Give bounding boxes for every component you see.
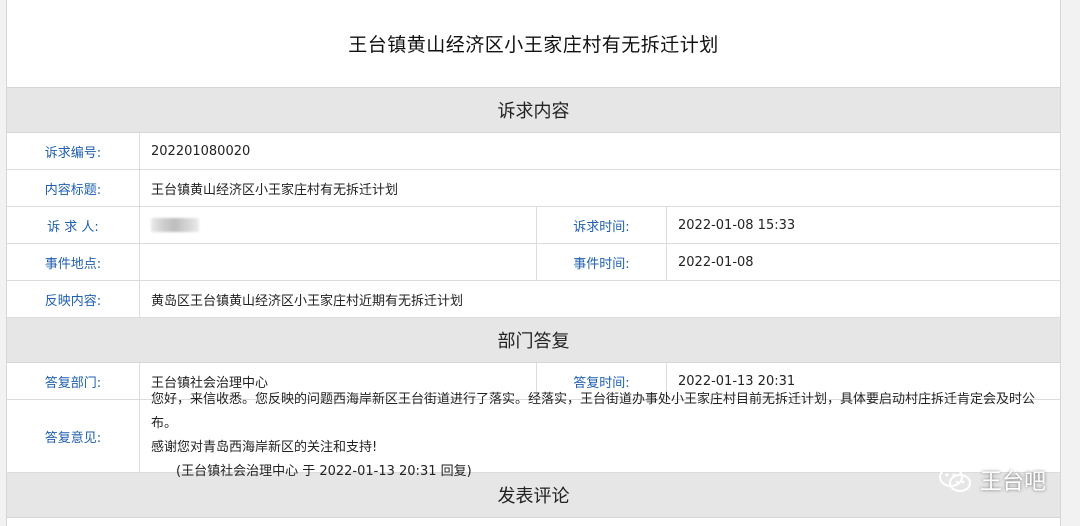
watermark-text: 王台吧	[979, 470, 1046, 495]
row-complaint-person: 诉 求 人: 诉求时间: 2022-01-08 15:33	[7, 207, 1060, 244]
redacted-name	[151, 218, 199, 232]
wechat-icon	[938, 467, 971, 492]
reply-opinion-value: 您好，来信收悉。您反映的问题西海岸新区王台街道进行了落实。经落实，王台街道办事处…	[140, 392, 1060, 479]
section-header-complaint: 诉求内容	[7, 88, 1060, 133]
complaint-person-label: 诉 求 人:	[7, 207, 140, 243]
reply-opinion-line-2: 感谢您对青岛西海岸新区的关注和支持!	[151, 440, 378, 455]
event-place-value	[140, 244, 537, 280]
complaint-content-label: 反映内容:	[7, 281, 140, 317]
complaint-content-value: 黄岛区王台镇黄山经济区小王家庄村近期有无拆迁计划	[151, 293, 464, 309]
reply-dept-label: 答复部门:	[7, 363, 140, 399]
complaint-time-value: 2022-01-08 15:33	[678, 217, 796, 233]
section-header-reply: 部门答复	[7, 318, 1060, 363]
complaint-person-value	[140, 207, 537, 243]
event-time-label: 事件时间:	[537, 244, 667, 280]
complaint-subject-label: 内容标题:	[7, 170, 140, 206]
row-complaint-number: 诉求编号: 202201080020	[7, 133, 1060, 170]
row-event-place: 事件地点: 事件时间: 2022-01-08	[7, 244, 1060, 281]
event-time-value: 2022-01-08	[678, 254, 754, 270]
row-complaint-content: 反映内容: 黄岛区王台镇黄山经济区小王家庄村近期有无拆迁计划	[7, 281, 1060, 318]
complaint-number-value: 202201080020	[151, 143, 251, 159]
page-title: 王台镇黄山经济区小王家庄村有无拆迁计划	[7, 0, 1060, 88]
row-complaint-subject: 内容标题: 王台镇黄山经济区小王家庄村有无拆迁计划	[7, 170, 1060, 207]
event-place-label: 事件地点:	[7, 244, 140, 280]
page-container: 王台镇黄山经济区小王家庄村有无拆迁计划 诉求内容 诉求编号: 202201080…	[6, 0, 1061, 526]
reply-opinion-label: 答复意见:	[7, 400, 140, 472]
complaint-subject-value: 王台镇黄山经济区小王家庄村有无拆迁计划	[151, 182, 399, 198]
reply-opinion-line-1: 您好，来信收悉。您反映的问题西海岸新区王台街道进行了落实。经落实，王台街道办事处…	[151, 392, 1036, 431]
watermark: 王台吧	[938, 464, 1046, 496]
complaint-number-label: 诉求编号:	[7, 133, 140, 169]
row-reply-opinion: 答复意见: 您好，来信收悉。您反映的问题西海岸新区王台街道进行了落实。经落实，王…	[7, 392, 1060, 479]
complaint-time-label: 诉求时间:	[537, 207, 667, 243]
reply-signature: (王台镇社会治理中心 于 2022-01-13 20:31 回复)	[176, 464, 472, 479]
